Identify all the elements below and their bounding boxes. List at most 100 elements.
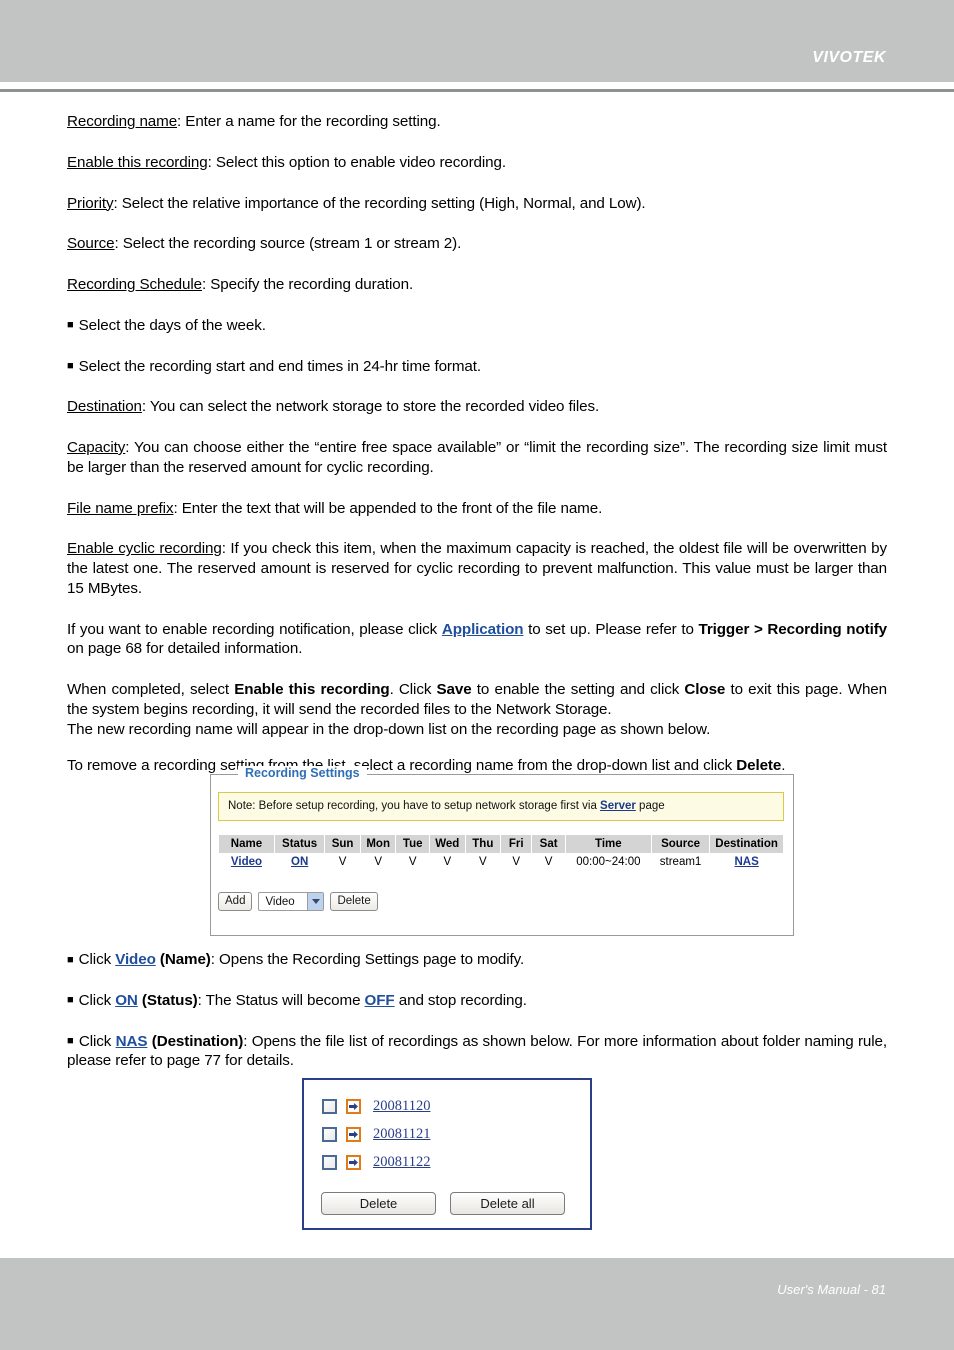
recording-settings-table: Name Status Sun Mon Tue Wed Thu Fri Sat …	[218, 835, 784, 871]
recording-name-select[interactable]: Video	[258, 892, 325, 911]
video-name-label: (Name)	[155, 951, 211, 968]
bullet-video-prefix: Click	[78, 951, 116, 968]
paragraph-destination: Destination: You can select the network …	[67, 397, 887, 417]
cell-wed: V	[429, 853, 465, 871]
bullet-select-days: ■ Select the days of the week.	[67, 316, 887, 336]
server-page-link[interactable]: Server	[600, 800, 636, 812]
bullet-click-video: ■ Click Video (Name): Opens the Recording…	[67, 950, 887, 970]
page-number-label: User's Manual - 81	[777, 1282, 886, 1297]
bullet-instructions: ■ Click Video (Name): Opens the Recording…	[67, 950, 887, 1092]
paragraph-recording-schedule: Recording Schedule: Specify the recordin…	[67, 275, 887, 295]
column-header-tue: Tue	[396, 835, 429, 853]
document-content: Recording name: Enter a name for the rec…	[67, 112, 887, 797]
video-link[interactable]: Video	[115, 951, 156, 968]
recording-settings-panel: Recording Settings Note: Before setup re…	[210, 766, 794, 936]
cell-destination-nas-link[interactable]: NAS	[710, 853, 783, 871]
bullet-on-prefix: Click	[78, 991, 116, 1009]
completed-bold-save: Save	[436, 681, 472, 698]
term-capacity: Capacity	[67, 439, 126, 456]
arrow-right-icon	[346, 1126, 361, 1142]
term-destination: Destination	[67, 398, 142, 416]
paragraph-notification: If you want to enable recording notifica…	[67, 620, 887, 660]
term-source: Source	[67, 235, 115, 253]
delete-button[interactable]: Delete	[330, 892, 378, 911]
delete-files-button[interactable]: Delete	[321, 1192, 436, 1215]
completed-text-5: The new recording name will appear in th…	[67, 720, 711, 738]
column-header-mon: Mon	[360, 835, 396, 853]
bullet-select-times-text: Select the recording start and end times…	[78, 357, 482, 375]
file-checkbox[interactable]	[322, 1098, 337, 1114]
column-header-name: Name	[219, 835, 274, 853]
file-checkbox[interactable]	[322, 1126, 337, 1142]
off-link[interactable]: OFF	[365, 992, 395, 1009]
add-button[interactable]: Add	[218, 892, 253, 911]
notification-text-3: on page 68 for detailed information.	[67, 640, 303, 658]
setup-note-text-1: Note: Before setup recording, you have t…	[228, 800, 601, 812]
folder-link[interactable]: 20081120	[373, 1098, 430, 1115]
cell-status-on-link[interactable]: ON	[274, 853, 325, 871]
cell-thu: V	[465, 853, 501, 871]
bullet-on-rest: and stop recording.	[394, 991, 527, 1009]
recording-settings-legend: Recording Settings	[238, 766, 367, 780]
completed-bold-enable: Enable this recording	[234, 681, 390, 698]
text-capacity: : You can choose either the “entire free…	[67, 439, 887, 476]
text-destination: : You can select the network storage to …	[141, 398, 600, 416]
column-header-thu: Thu	[465, 835, 501, 853]
folder-link[interactable]: 20081122	[373, 1154, 430, 1171]
text-priority: : Select the relative importance of the …	[113, 194, 646, 212]
column-header-fri: Fri	[501, 835, 532, 853]
cell-name-video-link[interactable]: Video	[219, 853, 274, 871]
text-enable-this-recording: : Select this option to enable video rec…	[207, 153, 507, 171]
term-enable-cyclic-recording: Enable cyclic recording	[67, 540, 222, 558]
arrow-right-icon	[346, 1154, 361, 1170]
cell-time: 00:00~24:00	[565, 853, 651, 871]
paragraph-completed: When completed, select Enable this recor…	[67, 680, 887, 739]
paragraph-priority: Priority: Select the relative importance…	[67, 194, 887, 214]
cell-mon: V	[360, 853, 396, 871]
column-header-status: Status	[274, 835, 325, 853]
notification-text-2: to set up. Please refer to	[523, 620, 699, 638]
term-enable-this-recording: Enable this recording	[67, 153, 208, 171]
arrow-right-icon	[346, 1098, 361, 1114]
vivotek-logo: VIVOTEK	[812, 49, 886, 66]
bullet-click-on: ■ Click ON (Status): The Status will beco…	[67, 991, 887, 1011]
column-header-time: Time	[565, 835, 651, 853]
bullet-nas-prefix: Click	[78, 1032, 116, 1050]
text-recording-schedule: : Specify the recording duration.	[201, 276, 414, 293]
application-link[interactable]: Application	[442, 621, 524, 638]
term-recording-name: Recording name	[67, 113, 178, 130]
delete-all-files-button[interactable]: Delete all	[450, 1192, 565, 1215]
cell-fri: V	[501, 853, 532, 871]
bullet-square-icon: ■	[67, 953, 74, 966]
paragraph-file-name-prefix: File name prefix: Enter the text that wi…	[67, 499, 887, 519]
term-file-name-prefix: File name prefix	[67, 499, 174, 517]
cell-sat: V	[532, 853, 565, 871]
trigger-recording-notify-ref: Trigger > Recording notify	[698, 620, 888, 638]
completed-text-3: to enable the setting and click	[471, 681, 685, 698]
notification-text-1: If you want to enable recording notifica…	[67, 620, 442, 638]
column-header-wed: Wed	[429, 835, 465, 853]
bullet-on-mid: : The Status will become	[197, 991, 365, 1009]
bullet-square-icon: ■	[67, 319, 74, 332]
folder-link[interactable]: 20081121	[373, 1126, 430, 1143]
text-source: : Select the recording source (stream 1 …	[114, 235, 462, 253]
paragraph-capacity: Capacity: You can choose either the “ent…	[67, 438, 887, 478]
paragraph-recording-name: Recording name: Enter a name for the rec…	[67, 112, 887, 132]
setup-note-banner: Note: Before setup recording, you have t…	[218, 792, 784, 821]
nas-link[interactable]: NAS	[116, 1033, 148, 1050]
cell-source: stream1	[651, 853, 710, 871]
file-checkbox[interactable]	[322, 1154, 337, 1170]
text-file-name-prefix: : Enter the text that will be appended t…	[173, 499, 603, 517]
bullet-click-nas: ■ Click NAS (Destination): Opens the file…	[67, 1032, 887, 1072]
bullet-select-times: ■ Select the recording start and end time…	[67, 357, 887, 377]
file-list-actions: Delete Delete all	[321, 1192, 565, 1215]
completed-bold-close: Close	[684, 681, 726, 698]
recording-settings-controls: Add Video Delete	[218, 892, 378, 911]
setup-note-text-2: page	[635, 800, 665, 812]
list-item: 20081120	[322, 1092, 590, 1120]
paragraph-source: Source: Select the recording source (str…	[67, 234, 887, 254]
term-recording-schedule: Recording Schedule	[67, 276, 202, 293]
chevron-down-icon	[307, 893, 324, 910]
on-link[interactable]: ON	[115, 992, 138, 1009]
nas-destination-label: (Destination)	[147, 1032, 244, 1050]
